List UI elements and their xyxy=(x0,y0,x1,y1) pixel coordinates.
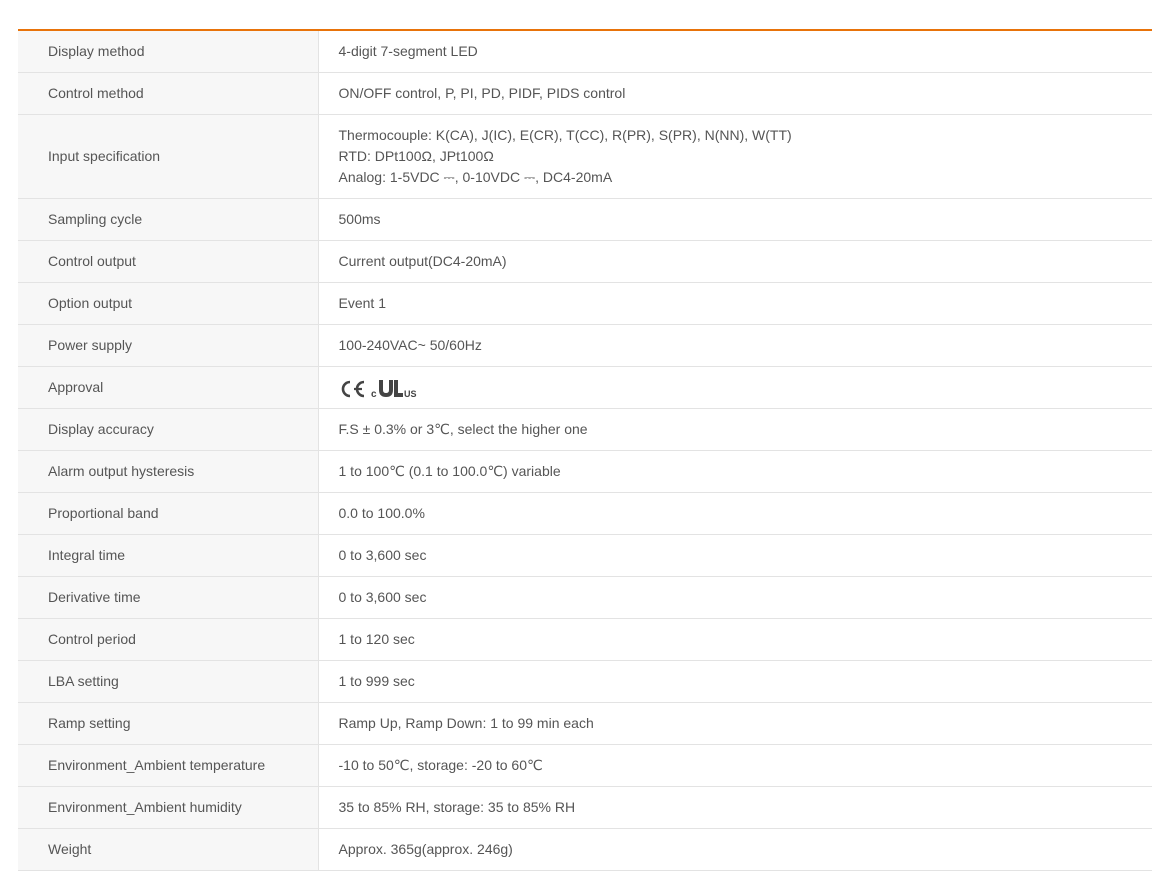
row-value: 500ms xyxy=(318,198,1152,241)
row-label: Weight xyxy=(18,828,319,871)
approval-marks: c US xyxy=(339,377,420,399)
row-label: Control period xyxy=(18,618,319,661)
row-label: Option output xyxy=(18,282,319,325)
row-label: Derivative time xyxy=(18,576,319,619)
row-value: 4-digit 7-segment LED xyxy=(318,30,1152,73)
row-value: F.S ± 0.3% or 3℃, select the higher one xyxy=(318,408,1152,451)
table-row: Sampling cycle 500ms xyxy=(18,198,1152,241)
table-row: Control output Current output(DC4-20mA) xyxy=(18,240,1152,283)
row-label: Display method xyxy=(18,30,319,73)
row-value: 0.0 to 100.0% xyxy=(318,492,1152,535)
table-row: Weight Approx. 365g(approx. 246g) xyxy=(18,828,1152,871)
ce-mark-icon xyxy=(339,379,367,399)
row-value: 35 to 85% RH, storage: 35 to 85% RH xyxy=(318,786,1152,829)
row-label: LBA setting xyxy=(18,660,319,703)
row-value: 0 to 3,600 sec xyxy=(318,534,1152,577)
table-row: Input specification Thermocouple: K(CA),… xyxy=(18,114,1152,199)
row-label: Approval xyxy=(18,366,319,409)
row-value: 1 to 100℃ (0.1 to 100.0℃) variable xyxy=(318,450,1152,493)
table-row: Power supply 100-240VAC~ 50/60Hz xyxy=(18,324,1152,367)
row-value-approval: c US xyxy=(318,366,1152,409)
row-label: Environment_Ambient humidity xyxy=(18,786,319,829)
row-label: Alarm output hysteresis xyxy=(18,450,319,493)
row-value: 1 to 999 sec xyxy=(318,660,1152,703)
table-row: Ramp setting Ramp Up, Ramp Down: 1 to 99… xyxy=(18,702,1152,745)
row-label: Ramp setting xyxy=(18,702,319,745)
row-label: Proportional band xyxy=(18,492,319,535)
table-row: Proportional band 0.0 to 100.0% xyxy=(18,492,1152,535)
input-spec-thermocouple: Thermocouple: K(CA), J(IC), E(CR), T(CC)… xyxy=(338,127,792,143)
table-row: LBA setting 1 to 999 sec xyxy=(18,660,1152,703)
row-label: Input specification xyxy=(18,114,319,199)
row-label: Display accuracy xyxy=(18,408,319,451)
row-value: 100-240VAC~ 50/60Hz xyxy=(318,324,1152,367)
spec-table: Display method 4-digit 7-segment LED Con… xyxy=(18,29,1152,871)
table-row: Display method 4-digit 7-segment LED xyxy=(18,30,1152,73)
row-value: -10 to 50℃, storage: -20 to 60℃ xyxy=(318,744,1152,787)
row-label: Environment_Ambient temperature xyxy=(18,744,319,787)
row-value: Ramp Up, Ramp Down: 1 to 99 min each xyxy=(318,702,1152,745)
row-value: ON/OFF control, P, PI, PD, PIDF, PIDS co… xyxy=(318,72,1152,115)
table-row: Display accuracy F.S ± 0.3% or 3℃, selec… xyxy=(18,408,1152,451)
table-row: Environment_Ambient humidity 35 to 85% R… xyxy=(18,786,1152,829)
table-row: Approval c US xyxy=(18,366,1152,409)
row-value: 1 to 120 sec xyxy=(318,618,1152,661)
row-label: Control method xyxy=(18,72,319,115)
cert-c-text: c xyxy=(371,389,377,399)
table-row: Option output Event 1 xyxy=(18,282,1152,325)
row-value: Approx. 365g(approx. 246g) xyxy=(318,828,1152,871)
row-label: Power supply xyxy=(18,324,319,367)
table-row: Alarm output hysteresis 1 to 100℃ (0.1 t… xyxy=(18,450,1152,493)
row-label: Integral time xyxy=(18,534,319,577)
row-value: Current output(DC4-20mA) xyxy=(318,240,1152,283)
table-row: Integral time 0 to 3,600 sec xyxy=(18,534,1152,577)
input-spec-rtd: RTD: DPt100Ω, JPt100Ω xyxy=(338,148,494,164)
table-row: Environment_Ambient temperature -10 to 5… xyxy=(18,744,1152,787)
row-value: 0 to 3,600 sec xyxy=(318,576,1152,619)
table-row: Control period 1 to 120 sec xyxy=(18,618,1152,661)
input-spec-analog: Analog: 1-5VDC ⎓, 0-10VDC ⎓, DC4-20mA xyxy=(338,169,613,185)
table-row: Derivative time 0 to 3,600 sec xyxy=(18,576,1152,619)
row-value-multiline: Thermocouple: K(CA), J(IC), E(CR), T(CC)… xyxy=(318,114,1152,199)
row-value: Event 1 xyxy=(318,282,1152,325)
cert-us-text: US xyxy=(404,389,417,399)
table-row: Control method ON/OFF control, P, PI, PD… xyxy=(18,72,1152,115)
c-ul-us-mark-icon: c US xyxy=(370,377,420,399)
row-label: Control output xyxy=(18,240,319,283)
row-label: Sampling cycle xyxy=(18,198,319,241)
